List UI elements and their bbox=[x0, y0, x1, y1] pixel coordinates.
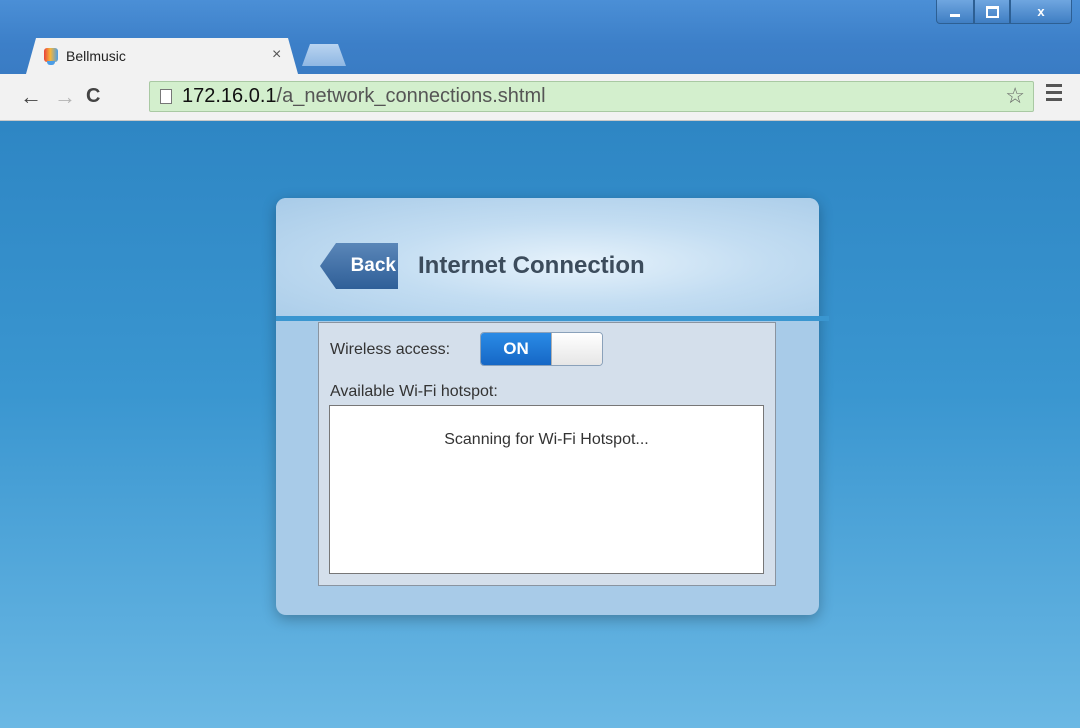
page-viewport: Back Internet Connection Wireless access… bbox=[0, 121, 1080, 728]
header-divider bbox=[276, 316, 829, 321]
minimize-button[interactable] bbox=[936, 0, 974, 24]
settings-card: Back Internet Connection Wireless access… bbox=[276, 198, 829, 615]
favicon-icon bbox=[44, 48, 58, 65]
scanning-status: Scanning for Wi-Fi Hotspot... bbox=[444, 431, 649, 448]
url-text[interactable]: 172.16.0.1/a_network_connections.shtml bbox=[182, 85, 546, 108]
back-button[interactable]: Back bbox=[320, 243, 398, 289]
hotspot-label: Available Wi-Fi hotspot: bbox=[330, 383, 498, 400]
back-arrow-icon[interactable]: ← bbox=[20, 84, 42, 110]
card-header: Back Internet Connection bbox=[276, 198, 819, 316]
toggle-state-label: ON bbox=[481, 333, 551, 365]
menu-icon[interactable] bbox=[1046, 84, 1062, 105]
page-icon bbox=[160, 89, 172, 104]
close-icon[interactable]: × bbox=[272, 46, 281, 64]
toggle-knob[interactable] bbox=[551, 333, 602, 365]
hotspot-list[interactable]: Scanning for Wi-Fi Hotspot... bbox=[329, 405, 764, 574]
new-tab-button[interactable] bbox=[302, 44, 346, 66]
maximize-button[interactable] bbox=[974, 0, 1010, 24]
star-icon[interactable]: ☆ bbox=[1005, 83, 1025, 109]
forward-arrow-icon[interactable]: → bbox=[54, 84, 76, 110]
url-path: /a_network_connections.shtml bbox=[276, 85, 546, 107]
browser-toolbar: ← → C 172.16.0.1/a_network_connections.s… bbox=[0, 74, 1080, 121]
maximize-icon bbox=[985, 5, 999, 18]
browser-tab[interactable]: Bellmusic × bbox=[26, 38, 298, 74]
page-title: Internet Connection bbox=[418, 252, 645, 279]
url-host: 172.16.0.1 bbox=[182, 85, 277, 107]
wireless-toggle[interactable]: ON bbox=[480, 332, 603, 366]
address-bar[interactable]: 172.16.0.1/a_network_connections.shtml ☆ bbox=[149, 81, 1034, 112]
minimize-icon bbox=[950, 14, 960, 17]
card-body: Wireless access: ON Available Wi-Fi hots… bbox=[318, 322, 776, 586]
wireless-access-label: Wireless access: bbox=[330, 341, 451, 358]
reload-icon[interactable]: C bbox=[86, 85, 100, 108]
window-controls: x bbox=[936, 0, 1076, 26]
tab-title: Bellmusic bbox=[66, 48, 126, 64]
window-close-button[interactable]: x bbox=[1010, 0, 1072, 24]
browser-titlebar: Bellmusic × x bbox=[0, 0, 1080, 74]
